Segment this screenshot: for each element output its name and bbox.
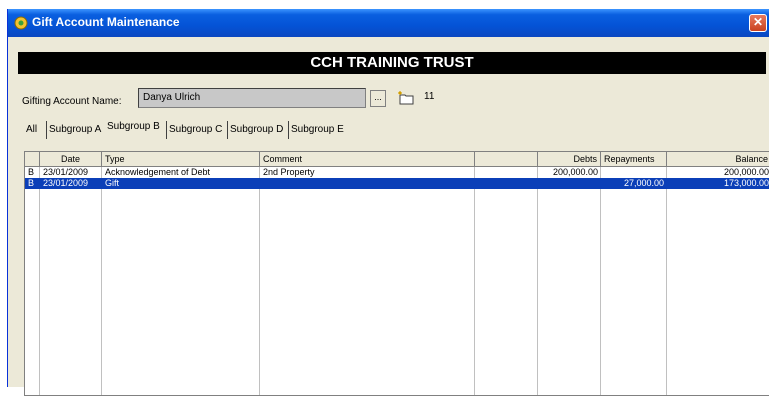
table-row-selected[interactable]: B 23/01/2009 Gift 27,000.00 173,000.00 xyxy=(25,178,769,189)
header-type[interactable]: Type xyxy=(102,152,260,166)
cell-type: Gift xyxy=(105,178,120,188)
page-top-strip xyxy=(0,0,769,9)
cell-extra xyxy=(475,167,538,178)
cell-flag: B xyxy=(28,178,35,188)
cell-flag: B xyxy=(28,167,35,177)
window-title: Gift Account Maintenance xyxy=(32,15,180,29)
account-count: 11 xyxy=(424,91,435,102)
header-date[interactable]: Date xyxy=(40,152,102,166)
gift-account-window: Gift Account Maintenance ✕ CCH TRAINING … xyxy=(7,9,769,396)
cell-date: 23/01/2009 xyxy=(43,178,89,188)
cell-balance: 200,000.00 xyxy=(723,167,769,177)
cell-balance: 173,000.00 xyxy=(723,178,769,188)
cell-extra xyxy=(475,178,538,189)
title-bar[interactable]: Gift Account Maintenance ✕ xyxy=(8,9,769,37)
header-blank[interactable] xyxy=(475,152,538,166)
browse-account-button[interactable]: ... xyxy=(370,90,386,107)
close-icon: ✕ xyxy=(752,15,764,29)
gifting-account-label: Gifting Account Name: xyxy=(22,96,122,107)
gifting-account-field[interactable]: Danya Ulrich xyxy=(138,88,366,108)
trust-banner: CCH TRAINING TRUST xyxy=(18,52,766,74)
tab-subgroup-a[interactable]: Subgroup A xyxy=(46,121,103,139)
transactions-grid[interactable]: Date Type Comment Debts Repayments Balan… xyxy=(24,151,769,396)
cell-repayments: 27,000.00 xyxy=(623,178,664,188)
ellipsis-icon: ... xyxy=(374,92,382,102)
app-gear-icon xyxy=(14,16,28,30)
cell-debts xyxy=(538,178,601,189)
table-row[interactable]: B 23/01/2009 Acknowledgement of Debt 2nd… xyxy=(25,167,769,178)
tab-subgroup-c[interactable]: Subgroup C xyxy=(166,121,224,139)
cell-comment: 2nd Property xyxy=(263,167,315,177)
tab-subgroup-b[interactable]: Subgroup B xyxy=(105,118,162,136)
cell-type: Acknowledgement of Debt xyxy=(105,167,211,177)
header-comment[interactable]: Comment xyxy=(260,152,475,166)
header-flag[interactable] xyxy=(25,152,40,166)
close-button[interactable]: ✕ xyxy=(749,14,767,32)
header-repayments[interactable]: Repayments xyxy=(601,152,667,166)
cell-repayments xyxy=(601,167,667,178)
tab-subgroup-d[interactable]: Subgroup D xyxy=(227,121,285,139)
tab-subgroup-e[interactable]: Subgroup E xyxy=(288,121,346,139)
cell-debts: 200,000.00 xyxy=(552,167,598,177)
cell-date: 23/01/2009 xyxy=(43,167,89,177)
tab-all[interactable]: All xyxy=(24,121,39,139)
new-folder-icon[interactable] xyxy=(396,91,416,105)
header-debts[interactable]: Debts xyxy=(538,152,601,166)
cell-comment xyxy=(260,178,475,189)
header-balance[interactable]: Balance xyxy=(667,152,769,166)
grid-header: Date Type Comment Debts Repayments Balan… xyxy=(25,152,769,167)
